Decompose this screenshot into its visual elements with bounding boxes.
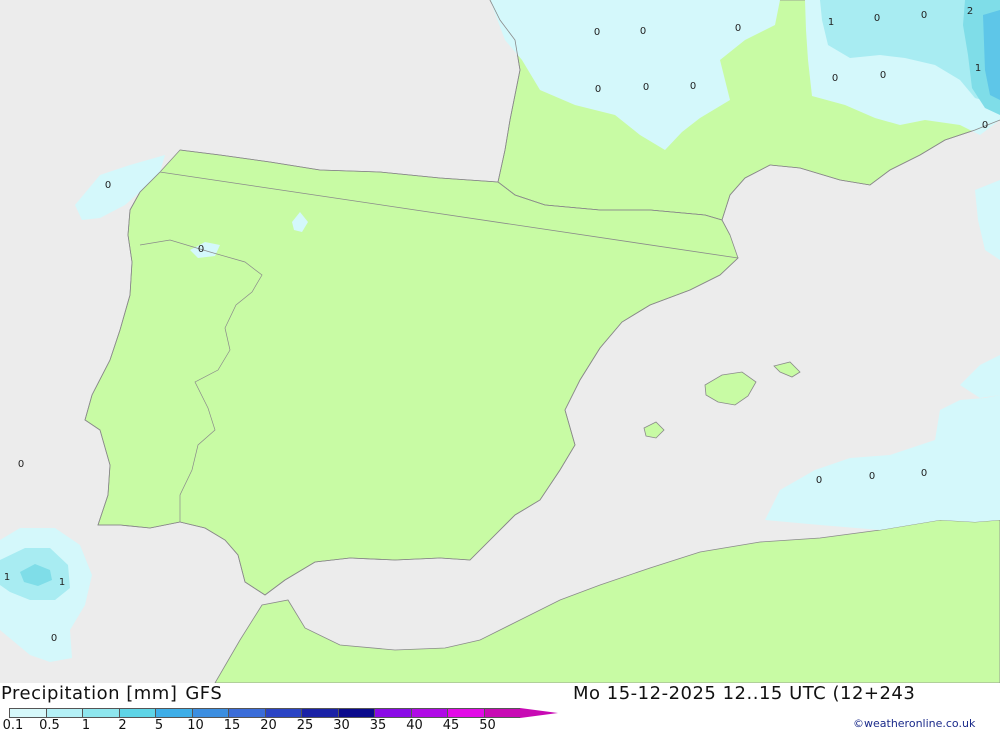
value-label: 1 [4,572,10,583]
legend-tick-label: 40 [406,718,423,733]
legend-swatch [264,708,301,718]
value-label: 1 [975,63,981,74]
product-name: Precipitation [mm] [1,683,178,704]
value-label: 0 [594,27,600,38]
legend-tick-label: 20 [260,718,277,733]
legend-swatch [82,708,119,718]
value-label: 0 [921,468,927,479]
legend-swatch [410,708,447,718]
legend-tick-label: 1 [81,718,91,733]
legend-swatch [447,708,484,718]
value-label: 0 [105,180,111,191]
legend-tick-label: 0.5 [39,718,60,733]
legend-swatch [118,708,155,718]
value-label: 0 [816,475,822,486]
legend-swatch [374,708,411,718]
model-name: GFS [185,683,223,704]
value-label: 0 [874,13,880,24]
legend-swatch [228,708,265,718]
legend-swatch [337,708,374,718]
legend-swatch [191,708,228,718]
value-label: 0 [982,120,988,131]
legend-tick-label: 25 [296,718,314,733]
legend-tick-label: 2 [118,718,127,733]
value-label: 0 [832,73,838,84]
legend-overflow-arrow [520,708,558,718]
value-label: 0 [643,82,649,93]
value-label: 1 [828,17,834,28]
value-label: 1 [59,577,65,588]
value-label: 0 [640,26,646,37]
legend-swatch [483,708,520,718]
legend-tick-label: 50 [479,718,496,733]
value-label: 0 [735,23,741,34]
value-label: 2 [967,6,973,17]
product-title: Precipitation [mm] GFS [1,683,222,704]
map-footer: Precipitation [mm] GFS Mo 15-12-2025 12..… [0,683,1000,733]
legend-swatch [45,708,82,718]
legend-tick-label: 30 [333,718,350,733]
value-label: 0 [880,70,886,81]
legend-tick-label: 0.1 [2,718,24,733]
legend-swatch [9,708,46,718]
legend-tick-label: 5 [154,718,164,733]
forecast-time: Mo 15-12-2025 12..15 UTC (12+243 [573,683,916,704]
legend-swatch [301,708,338,718]
value-label: 0 [18,459,24,470]
value-label: 0 [869,471,875,482]
value-label: 0 [690,81,696,92]
value-label: 0 [595,84,601,95]
legend-tick-label: 10 [187,718,204,733]
value-label: 0 [51,633,57,644]
precipitation-map: 0 0 0 1 0 0 2 0 0 0 0 0 1 0 0 0 0 0 0 0 … [0,0,1000,683]
value-label: 0 [198,244,204,255]
site-credit[interactable]: ©weatheronline.co.uk [853,717,975,730]
value-label: 0 [921,10,927,21]
legend-tick-label: 45 [442,718,460,733]
legend-tick-label: 15 [223,718,241,733]
legend-swatch [155,708,192,718]
legend-tick-label: 35 [369,718,387,733]
